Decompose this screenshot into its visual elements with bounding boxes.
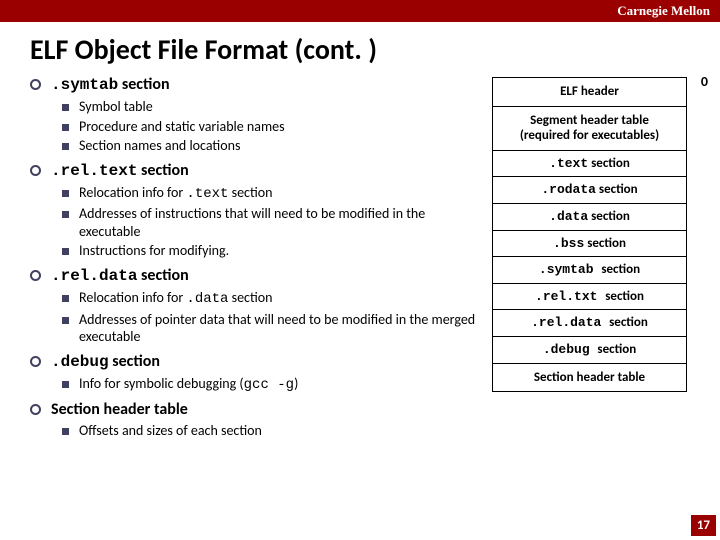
sub-item-text: Addresses of pointer data that will need… <box>79 311 477 346</box>
diagram-cell-mono: .rel.txt <box>535 289 605 304</box>
diagram-cell-rest: section <box>588 209 630 224</box>
diagram-cell: .rodata section <box>492 176 687 204</box>
square-bullet <box>62 428 69 435</box>
slide-title: ELF Object File Format (cont. ) <box>0 22 720 75</box>
top-item-label: Section header table <box>51 400 188 419</box>
sub-item-text: Relocation info for .data section <box>79 289 273 309</box>
diagram-cell: .debug section <box>492 336 687 364</box>
diagram-cell: Segment header table(required for execut… <box>492 106 687 151</box>
diagram-cell-label: ELF header <box>560 84 619 99</box>
sub-item: Relocation info for .data section <box>62 289 477 309</box>
diagram-cell: .rel.data section <box>492 309 687 337</box>
sub-item: Symbol table <box>62 98 477 116</box>
diagram-cell-rest: section <box>597 342 636 357</box>
brand-label: Carnegie Mellon <box>617 3 710 19</box>
square-bullet <box>62 381 69 388</box>
sub-item-text: Addresses of instructions that will need… <box>79 205 477 240</box>
diagram-column: 0 ELF header Segment header table(require… <box>492 75 710 446</box>
sub-item: Section names and locations <box>62 137 477 155</box>
sub-item: Offsets and sizes of each section <box>62 422 477 440</box>
diagram-cell: .bss section <box>492 230 687 258</box>
slide-content: .symtab section Symbol table Procedure and… <box>0 75 720 446</box>
sub-item: Addresses of pointer data that will need… <box>62 311 477 346</box>
diagram-cell-mono: .rel.data <box>531 315 609 330</box>
top-item-label: .debug section <box>51 352 160 372</box>
sub-item: Procedure and static variable names <box>62 118 477 136</box>
diagram-cell: Section header table <box>492 363 687 393</box>
diagram-cell-rest: section <box>601 262 640 277</box>
square-bullet <box>62 211 69 218</box>
sub-item-text: Info for symbolic debugging (gcc -g) <box>79 375 298 395</box>
page-number: 17 <box>691 515 716 536</box>
square-bullet <box>62 104 69 111</box>
square-bullet <box>62 317 69 324</box>
diagram-cell: .symtab section <box>492 256 687 284</box>
bullet-column: .symtab section Symbol table Procedure and… <box>30 75 482 446</box>
diagram-cell-mono: .text <box>549 156 588 171</box>
sub-item-text: Procedure and static variable names <box>79 118 285 136</box>
hollow-circle-bullet <box>30 270 41 281</box>
square-bullet <box>62 248 69 255</box>
sub-item-text: Instructions for modifying. <box>79 242 229 260</box>
sub-item: Instructions for modifying. <box>62 242 477 260</box>
top-item-label: .rel.data section <box>51 266 189 286</box>
diagram-cell: .rel.txt section <box>492 283 687 311</box>
sub-item: Addresses of instructions that will need… <box>62 205 477 240</box>
sub-item-text: Symbol table <box>79 98 153 116</box>
diagram-cell-rest: section <box>609 315 648 330</box>
sub-item: Info for symbolic debugging (gcc -g) <box>62 375 477 395</box>
top-item-label: .symtab section <box>51 75 170 95</box>
top-level-item: .symtab section Symbol table Procedure and… <box>30 75 477 155</box>
top-level-item: Section header table Offsets and sizes of… <box>30 400 477 440</box>
diagram-cell-rest: section <box>596 182 638 197</box>
square-bullet <box>62 190 69 197</box>
sub-item-text: Section names and locations <box>79 137 240 155</box>
diagram-cell-mono: .debug <box>543 342 598 357</box>
diagram-zero-label: 0 <box>701 73 708 90</box>
diagram-cell-label: Section header table <box>534 370 645 385</box>
diagram-cell-mono: .symtab <box>539 262 601 277</box>
sub-item-text: Relocation info for .text section <box>79 184 273 204</box>
top-bar: Carnegie Mellon <box>0 0 720 22</box>
square-bullet <box>62 124 69 131</box>
hollow-circle-bullet <box>30 79 41 90</box>
top-item-label: .rel.text section <box>51 161 189 181</box>
hollow-circle-bullet <box>30 404 41 415</box>
diagram-cell: ELF header <box>492 77 687 107</box>
diagram-cell-label: Segment header table(required for execut… <box>520 113 659 144</box>
square-bullet <box>62 295 69 302</box>
diagram-cell: .text section <box>492 150 687 178</box>
elf-diagram: ELF header Segment header table(required … <box>492 77 687 391</box>
diagram-cell-mono: .data <box>549 209 588 224</box>
hollow-circle-bullet <box>30 356 41 367</box>
diagram-cell-mono: .rodata <box>541 182 596 197</box>
hollow-circle-bullet <box>30 165 41 176</box>
diagram-cell-rest: section <box>588 156 630 171</box>
diagram-cell-rest: section <box>605 289 644 304</box>
top-level-item: .debug section Info for symbolic debuggin… <box>30 352 477 395</box>
sub-item-text: Offsets and sizes of each section <box>79 422 262 440</box>
top-level-item: .rel.text section Relocation info for .te… <box>30 161 477 260</box>
square-bullet <box>62 143 69 150</box>
diagram-cell-rest: section <box>584 236 626 251</box>
top-level-item: .rel.data section Relocation info for .da… <box>30 266 477 346</box>
diagram-cell-mono: .bss <box>553 236 584 251</box>
sub-item: Relocation info for .text section <box>62 184 477 204</box>
diagram-cell: .data section <box>492 203 687 231</box>
